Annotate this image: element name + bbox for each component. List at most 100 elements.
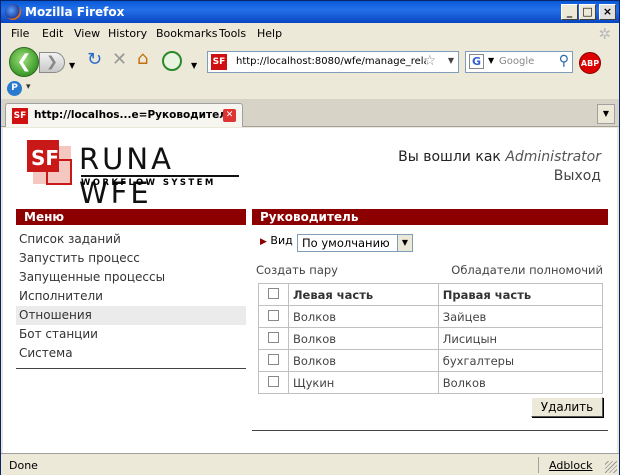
view-label[interactable]: Вид [270, 234, 292, 247]
row-checkbox[interactable] [268, 375, 279, 387]
relations-table: Левая часть Правая часть Волков Зайцев В… [258, 283, 604, 394]
right-part-cell: бухгалтеры [437, 349, 604, 372]
owners-link[interactable]: Обладатели полномочий [451, 263, 603, 277]
row-checkbox-cell [258, 327, 289, 350]
close-window-button[interactable]: × [599, 4, 616, 20]
stop-icon[interactable]: ✕ [112, 51, 127, 69]
adblock-button[interactable]: ABP [579, 52, 601, 74]
close-tab-icon[interactable]: ✕ [223, 109, 236, 122]
browser-window: Mozilla Firefox _ □ × File Edit View His… [0, 0, 620, 475]
url-input[interactable]: http://localhost:8080/wfe/manage_relat [236, 56, 426, 67]
tab-list-button[interactable]: ▼ [597, 104, 615, 124]
menu-tools[interactable]: Tools [219, 27, 246, 40]
row-checkbox[interactable] [268, 353, 279, 365]
addon-toolbar-icon[interactable]: P [7, 81, 22, 96]
adblock-status-link[interactable]: Adblock [549, 459, 593, 472]
menu-history[interactable]: History [108, 27, 147, 40]
sidebar-item-system[interactable]: Система [16, 344, 246, 363]
search-engine-icon[interactable]: G [469, 54, 484, 69]
bookmark-addon-icon[interactable] [162, 51, 182, 71]
left-part-cell: Волков [288, 349, 439, 372]
search-bar[interactable]: G ▼ Google ⚲ [465, 51, 573, 73]
view-select[interactable]: По умолчанию ▼ [297, 234, 413, 252]
row-checkbox-cell [258, 349, 289, 372]
minimize-button[interactable]: _ [561, 4, 578, 20]
window-title: Mozilla Firefox [25, 5, 125, 19]
tab-active[interactable]: SF http://localhos...e=Руководитель ✕ [5, 103, 243, 127]
bookmarks-toolbar: P ▾ [1, 79, 619, 99]
right-part-cell: Лисицын [437, 327, 604, 350]
search-icon[interactable]: ⚲ [559, 53, 569, 69]
create-pair-link[interactable]: Создать пару [256, 263, 338, 277]
view-row: ▶ Вид [260, 234, 293, 247]
title-bar[interactable]: Mozilla Firefox _ □ × [1, 1, 619, 23]
home-icon[interactable]: ⌂ [137, 50, 148, 68]
firefox-icon [5, 4, 21, 20]
table-row[interactable]: Волков Зайцев [258, 305, 604, 328]
back-arrow-icon: ❮ [16, 51, 32, 72]
sidebar-item-executors[interactable]: Исполнители [16, 287, 246, 306]
row-checkbox[interactable] [268, 331, 279, 343]
search-engine-dropdown-icon[interactable]: ▼ [488, 56, 494, 65]
table-row[interactable]: Волков бухгалтеры [258, 349, 604, 372]
right-part-cell: Волков [437, 371, 604, 394]
row-checkbox[interactable] [268, 309, 279, 321]
view-select-value: По умолчанию [302, 236, 390, 250]
expand-arrow-icon[interactable]: ▶ [260, 237, 267, 247]
delete-button[interactable]: Удалить [531, 397, 603, 417]
status-text: Done [9, 459, 38, 472]
header-right-part[interactable]: Правая часть [437, 283, 604, 306]
bookmark-star-icon[interactable]: ☆ [423, 53, 436, 69]
table-header-row: Левая часть Правая часть [258, 283, 604, 306]
header-left-part[interactable]: Левая часть [288, 283, 439, 306]
user-name: Administrator [505, 149, 601, 165]
table-row[interactable]: Волков Лисицын [258, 327, 604, 350]
sf-logo-icon: SF [27, 140, 72, 185]
runa-logo[interactable]: SF RUNA WFE WORKFLOW SYSTEM [27, 140, 243, 210]
page-content: SF RUNA WFE WORKFLOW SYSTEM Вы вошли как… [3, 128, 617, 453]
maximize-button[interactable]: □ [579, 4, 596, 20]
back-button[interactable]: ❮ [9, 47, 39, 77]
menu-bookmarks[interactable]: Bookmarks [156, 27, 217, 40]
resize-grip[interactable] [605, 461, 617, 473]
chevron-down-icon: ▼ [397, 235, 412, 251]
right-part-cell: Зайцев [437, 305, 604, 328]
left-part-cell: Волков [288, 327, 439, 350]
main-divider [252, 430, 608, 431]
history-dropdown-icon[interactable]: ▼ [69, 58, 75, 74]
addon-dropdown-icon[interactable]: ▾ [26, 82, 31, 92]
site-favicon-icon: SF [211, 54, 227, 70]
left-part-cell: Щукин [288, 371, 439, 394]
url-dropdown-icon[interactable]: ▼ [448, 56, 454, 65]
menu-help[interactable]: Help [257, 27, 282, 40]
header-checkbox-column [258, 283, 289, 306]
navigation-toolbar: ❮ ❯ ▼ ↻ ✕ ⌂ ▼ SF http://localhost:8080/w… [1, 43, 619, 79]
select-all-checkbox[interactable] [268, 287, 279, 299]
user-info: Вы вошли как Administrator [398, 149, 601, 165]
sidebar-menu: Список заданий Запустить процесс Запущен… [16, 230, 246, 363]
menu-divider [16, 368, 246, 369]
url-bar[interactable]: SF http://localhost:8080/wfe/manage_rela… [207, 51, 459, 73]
tab-label: http://localhos...e=Руководитель [34, 109, 224, 121]
throbber-icon: ✲ [598, 25, 611, 43]
addon-dropdown-icon[interactable]: ▼ [191, 58, 197, 74]
search-input[interactable]: Google [499, 56, 534, 67]
menu-view[interactable]: View [74, 27, 100, 40]
logo-subtitle: WORKFLOW SYSTEM [81, 175, 239, 188]
sidebar-item-relations[interactable]: Отношения [16, 306, 246, 325]
forward-arrow-icon: ❯ [46, 54, 58, 70]
menu-edit[interactable]: Edit [42, 27, 63, 40]
forward-button[interactable]: ❯ [39, 52, 65, 73]
tab-favicon-icon: SF [12, 108, 28, 124]
menu-file[interactable]: File [11, 27, 29, 40]
sidebar-item-start-process[interactable]: Запустить процесс [16, 249, 246, 268]
sidebar-item-running-processes[interactable]: Запущенные процессы [16, 268, 246, 287]
table-row[interactable]: Щукин Волков [258, 371, 604, 394]
reload-icon[interactable]: ↻ [87, 51, 102, 69]
logout-link[interactable]: Выход [554, 168, 601, 184]
sidebar-item-tasks[interactable]: Список заданий [16, 230, 246, 249]
row-checkbox-cell [258, 371, 289, 394]
sidebar-item-bot-stations[interactable]: Бот станции [16, 325, 246, 344]
status-separator [538, 457, 539, 473]
left-part-cell: Волков [288, 305, 439, 328]
